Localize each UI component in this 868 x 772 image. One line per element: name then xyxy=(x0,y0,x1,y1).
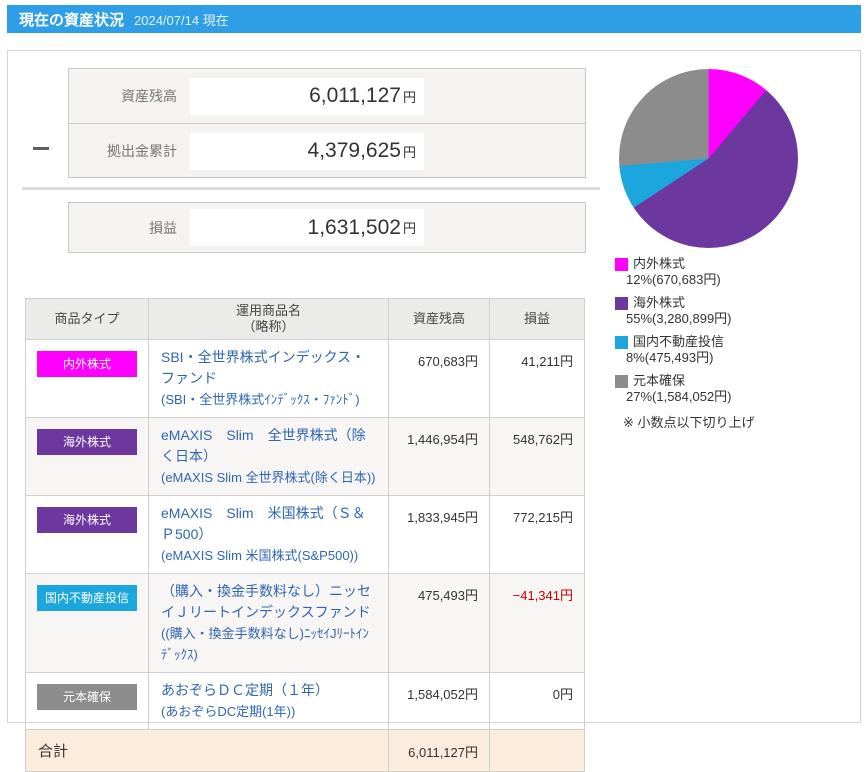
legend-share: 8%(475,493円) xyxy=(626,350,714,365)
table-row: 海外株式 eMAXIS Slim 米国株式（Ｓ＆Ｐ500） (eMAXIS Sl… xyxy=(25,495,585,574)
product-type-badge: 国内不動産投信 xyxy=(37,585,137,611)
contribution-value: 4,379,625 xyxy=(307,139,401,162)
product-name-link[interactable]: （購入・換金手数料なし）ニッセイＪリートインデックスファンド xyxy=(161,583,371,620)
product-type-cell: 元本確保 xyxy=(25,672,149,730)
balance-label: 資産残高 xyxy=(121,88,177,104)
balance-summary-box: 資産残高 6,011,127 円 拠出金累計 4,379,625 円 xyxy=(68,68,586,178)
header-bar: 現在の資産状況 2024/07/14 現在 xyxy=(7,5,861,33)
column-header-balance: 資産残高 xyxy=(388,298,490,340)
product-abbr[interactable]: (eMAXIS Slim 全世界株式(除く日本)) xyxy=(161,470,376,485)
product-abbr[interactable]: (SBI・全世界株式ｲﾝﾃﾞｯｸｽ・ﾌｧﾝﾄﾞ) xyxy=(161,392,360,407)
total-profit-empty-cell xyxy=(489,729,585,772)
profit-cell: 0円 xyxy=(489,672,585,730)
legend-swatch xyxy=(615,296,628,310)
header-date: 2024/07/14 現在 xyxy=(134,12,229,28)
contribution-label: 拠出金累計 xyxy=(107,143,177,159)
column-header-product-type: 商品タイプ xyxy=(25,298,149,340)
rounding-note: ※ 小数点以下切り上げ xyxy=(623,415,755,430)
legend-item: 海外株式 55%(3,280,899円) xyxy=(615,295,863,327)
balance-yen-suffix: 円 xyxy=(402,89,416,105)
legend-label: 海外株式 xyxy=(633,295,686,310)
profit-cell: −41,341円 xyxy=(489,573,585,673)
profit-yen-suffix: 円 xyxy=(402,221,416,236)
legend-label: 元本確保 xyxy=(633,373,686,388)
balance-cell: 1,584,052円 xyxy=(388,672,490,730)
product-name-link[interactable]: eMAXIS Slim 米国株式（Ｓ＆Ｐ500） xyxy=(161,505,366,542)
product-name-cell: eMAXIS Slim 米国株式（Ｓ＆Ｐ500） (eMAXIS Slim 米国… xyxy=(148,495,389,574)
pie-chart xyxy=(619,69,798,248)
minus-icon xyxy=(33,147,49,150)
product-abbr[interactable]: (あおぞらDC定期(1年)) xyxy=(161,704,295,719)
total-balance-value: 6,011,127円 xyxy=(388,729,490,772)
product-type-badge: 元本確保 xyxy=(37,684,137,710)
profit-cell: 772,215円 xyxy=(489,495,585,574)
product-name-link[interactable]: eMAXIS Slim 全世界株式（除く日本） xyxy=(161,427,366,464)
legend-swatch xyxy=(615,374,628,388)
profit-value: 1,631,502 xyxy=(307,215,401,239)
legend-swatch xyxy=(615,257,628,271)
product-name-cell: あおぞらＤＣ定期（１年） (あおぞらDC定期(1年)) xyxy=(148,672,389,730)
legend-share: 55%(3,280,899円) xyxy=(626,311,732,326)
contribution-value-box: 4,379,625 円 xyxy=(190,132,424,170)
product-name-link[interactable]: あおぞらＤＣ定期（１年） xyxy=(161,682,329,698)
product-type-badge: 海外株式 xyxy=(37,507,137,533)
table-row: 内外株式 SBI・全世界株式インデックス・ファンド (SBI・全世界株式ｲﾝﾃﾞ… xyxy=(25,339,585,418)
product-type-cell: 海外株式 xyxy=(25,417,149,496)
balance-cell: 670,683円 xyxy=(388,339,490,418)
assets-table-body: 内外株式 SBI・全世界株式インデックス・ファンド (SBI・全世界株式ｲﾝﾃﾞ… xyxy=(25,339,585,730)
legend-label: 内外株式 xyxy=(633,256,686,271)
legend-swatch xyxy=(615,335,628,349)
profit-cell: 41,211円 xyxy=(489,339,585,418)
assets-table: 商品タイプ 運用商品名 （略称） 資産残高 損益 内外株式 SBI・全世界株式イ… xyxy=(25,298,585,772)
legend-item: 内外株式 12%(670,683円) xyxy=(615,256,863,288)
table-row: 国内不動産投信 （購入・換金手数料なし）ニッセイＪリートインデックスファンド (… xyxy=(25,573,585,673)
profit-value-box: 1,631,502 円 xyxy=(190,209,424,246)
profit-label: 損益 xyxy=(149,219,177,236)
legend-item: 元本確保 27%(1,584,052円) xyxy=(615,373,863,405)
equals-divider xyxy=(22,187,600,190)
balance-cell: 475,493円 xyxy=(388,573,490,673)
legend-label: 国内不動産投信 xyxy=(633,334,725,349)
table-row: 元本確保 あおぞらＤＣ定期（１年） (あおぞらDC定期(1年)) 1,584,0… xyxy=(25,672,585,730)
balance-cell: 1,833,945円 xyxy=(388,495,490,574)
product-name-link[interactable]: SBI・全世界株式インデックス・ファンド xyxy=(161,349,365,386)
product-name-cell: eMAXIS Slim 全世界株式（除く日本） (eMAXIS Slim 全世界… xyxy=(148,417,389,496)
legend-share: 27%(1,584,052円) xyxy=(626,389,732,404)
legend-item: 国内不動産投信 8%(475,493円) xyxy=(615,334,863,366)
balance-value-box: 6,011,127 円 xyxy=(190,77,424,115)
product-type-badge: 海外株式 xyxy=(37,429,137,455)
product-type-cell: 内外株式 xyxy=(25,339,149,418)
product-type-cell: 国内不動産投信 xyxy=(25,573,149,673)
contribution-row: 拠出金累計 4,379,625 円 xyxy=(69,124,585,178)
pie-legend: 内外株式 12%(670,683円) 海外株式 55%(3,280,899円) … xyxy=(615,256,863,431)
product-type-cell: 海外株式 xyxy=(25,495,149,574)
product-abbr[interactable]: ((購入・換金手数料なし)ﾆｯｾｲJﾘｰﾄｲﾝﾃﾞｯｸｽ) xyxy=(161,626,369,662)
product-abbr[interactable]: (eMAXIS Slim 米国株式(S&P500)) xyxy=(161,548,358,563)
balance-value: 6,011,127 xyxy=(309,84,401,107)
asset-status-panel: 資産残高 6,011,127 円 拠出金累計 4,379,625 円 損益 1,… xyxy=(7,50,863,772)
column-header-profit: 損益 xyxy=(489,298,585,340)
profit-row: 損益 1,631,502 円 xyxy=(69,203,585,252)
legend-share: 12%(670,683円) xyxy=(626,272,721,287)
profit-summary-box: 損益 1,631,502 円 xyxy=(68,202,586,253)
column-header-product-name: 運用商品名 （略称） xyxy=(148,298,389,340)
table-row: 海外株式 eMAXIS Slim 全世界株式（除く日本） (eMAXIS Sli… xyxy=(25,417,585,496)
profit-cell: 548,762円 xyxy=(489,417,585,496)
product-name-cell: SBI・全世界株式インデックス・ファンド (SBI・全世界株式ｲﾝﾃﾞｯｸｽ・ﾌ… xyxy=(148,339,389,418)
contribution-yen-suffix: 円 xyxy=(402,144,416,160)
product-name-cell: （購入・換金手数料なし）ニッセイＪリートインデックスファンド ((購入・換金手数… xyxy=(148,573,389,673)
assets-table-header-row: 商品タイプ 運用商品名 （略称） 資産残高 損益 xyxy=(25,298,585,340)
page-title: 現在の資産状況 xyxy=(19,11,125,29)
column-header-product-name-line2: （略称） xyxy=(242,319,295,334)
total-row: 合計 6,011,127円 xyxy=(25,729,585,772)
balance-row: 資産残高 6,011,127 円 xyxy=(69,69,585,124)
balance-cell: 1,446,954円 xyxy=(388,417,490,496)
product-type-badge: 内外株式 xyxy=(37,351,137,377)
total-label: 合計 xyxy=(25,729,389,772)
column-header-product-name-line1: 運用商品名 xyxy=(235,303,301,318)
